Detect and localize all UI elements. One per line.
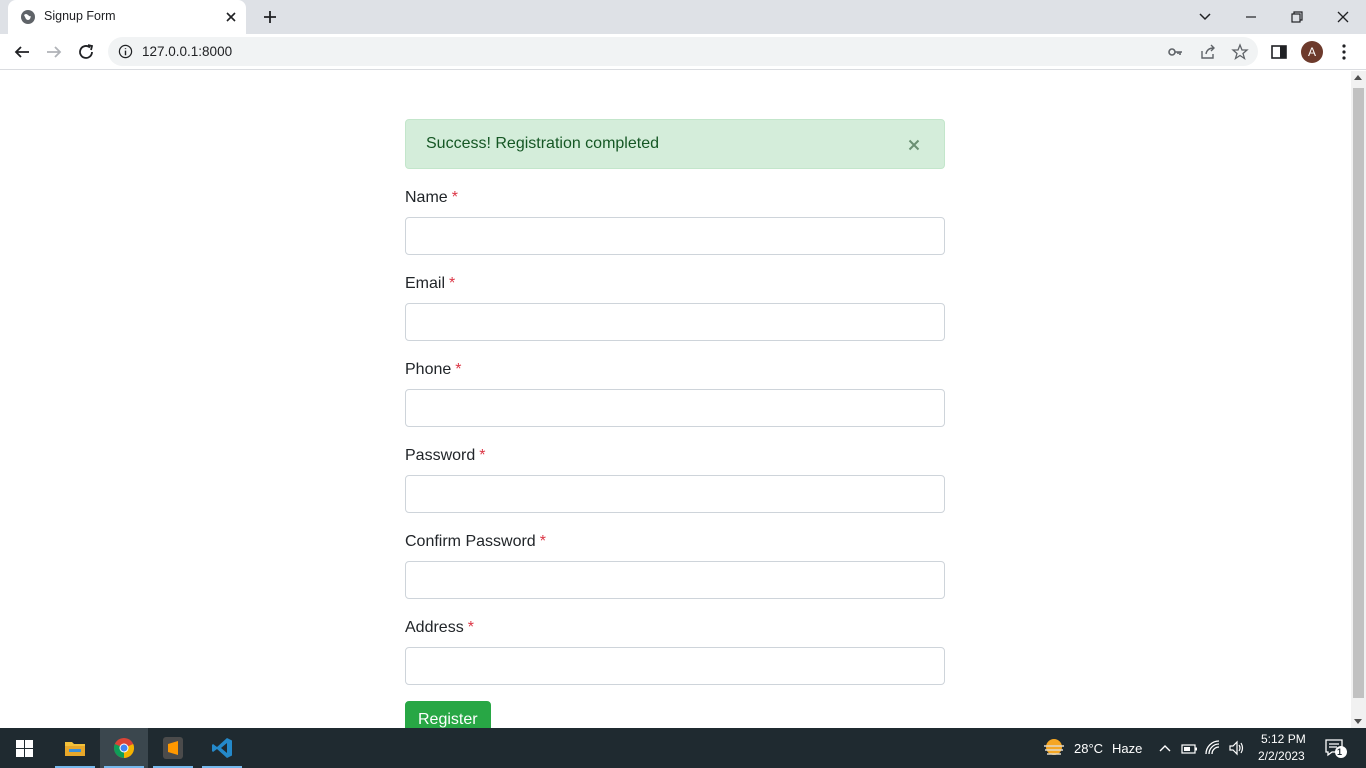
required-mark: * bbox=[467, 619, 474, 636]
required-mark: * bbox=[479, 447, 486, 464]
folder-icon bbox=[65, 742, 85, 756]
tab-title: Signup Form bbox=[44, 9, 116, 23]
close-window-icon[interactable] bbox=[1332, 6, 1354, 28]
vscode-icon bbox=[212, 738, 232, 758]
chrome-icon bbox=[113, 738, 135, 759]
taskbar-sublime-text[interactable] bbox=[149, 728, 197, 768]
battery-icon[interactable] bbox=[1180, 739, 1198, 757]
url-text: 127.0.0.1:8000 bbox=[142, 44, 233, 59]
confirm-password-label-text: Confirm Password bbox=[405, 533, 536, 550]
notification-count: 1 bbox=[1337, 747, 1343, 757]
wifi-icon[interactable] bbox=[1204, 739, 1222, 757]
windows-start-icon[interactable] bbox=[16, 740, 33, 757]
weather-description: Haze bbox=[1112, 741, 1143, 756]
new-tab-icon[interactable] bbox=[260, 7, 280, 27]
forward-arrow-icon[interactable] bbox=[43, 41, 65, 63]
close-tab-icon[interactable] bbox=[223, 9, 239, 25]
reload-icon[interactable] bbox=[75, 41, 97, 63]
email-label: Email * bbox=[405, 275, 455, 293]
weather-haze-icon[interactable] bbox=[1042, 736, 1066, 760]
share-icon[interactable] bbox=[1199, 43, 1217, 61]
alert-message: Success! Registration completed bbox=[426, 135, 659, 152]
minimize-icon[interactable] bbox=[1240, 6, 1262, 28]
back-arrow-icon[interactable] bbox=[11, 41, 33, 63]
confirm-password-label: Confirm Password * bbox=[405, 533, 546, 551]
clock-date[interactable]: 2/2/2023 bbox=[1258, 749, 1305, 763]
email-label-text: Email bbox=[405, 275, 446, 292]
globe-icon bbox=[21, 10, 35, 24]
side-panel-icon[interactable] bbox=[1269, 42, 1289, 62]
volume-icon[interactable] bbox=[1228, 739, 1246, 757]
required-mark: * bbox=[451, 189, 458, 206]
taskbar-file-explorer[interactable] bbox=[51, 728, 99, 768]
required-mark: * bbox=[455, 361, 462, 378]
phone-input[interactable] bbox=[405, 389, 945, 427]
clock-time[interactable]: 5:12 PM bbox=[1261, 732, 1306, 746]
password-input[interactable] bbox=[405, 475, 945, 513]
kebab-menu-icon[interactable] bbox=[1334, 42, 1354, 62]
confirm-password-input[interactable] bbox=[405, 561, 945, 599]
browser-toolbar: 127.0.0.1:8000 A bbox=[0, 34, 1366, 70]
taskbar-chrome[interactable] bbox=[100, 728, 148, 768]
register-button[interactable]: Register bbox=[405, 701, 491, 728]
page-viewport: Success! Registration completed Name * Em… bbox=[0, 71, 1366, 728]
name-label: Name * bbox=[405, 189, 458, 207]
profile-avatar[interactable]: A bbox=[1301, 41, 1323, 63]
close-icon[interactable] bbox=[906, 137, 922, 153]
address-bar[interactable]: 127.0.0.1:8000 bbox=[108, 37, 1258, 66]
restore-icon[interactable] bbox=[1286, 6, 1308, 28]
address-input[interactable] bbox=[405, 647, 945, 685]
required-mark: * bbox=[449, 275, 456, 292]
windows-taskbar: 28°C Haze 5:12 PM 2/2/2023 1 bbox=[0, 728, 1366, 768]
chevron-up-icon[interactable] bbox=[1156, 739, 1174, 757]
scroll-thumb[interactable] bbox=[1353, 88, 1364, 698]
scroll-down-arrow-icon[interactable] bbox=[1354, 719, 1362, 724]
site-info-icon[interactable] bbox=[118, 44, 133, 59]
notification-center-icon[interactable] bbox=[1324, 738, 1348, 760]
password-label: Password * bbox=[405, 447, 485, 465]
tab-strip: Signup Form bbox=[0, 0, 1366, 34]
taskbar-vscode[interactable] bbox=[198, 728, 246, 768]
success-alert: Success! Registration completed bbox=[405, 119, 945, 169]
tab-signup-form[interactable]: Signup Form bbox=[8, 0, 246, 34]
name-input[interactable] bbox=[405, 217, 945, 255]
phone-label: Phone * bbox=[405, 361, 462, 379]
phone-label-text: Phone bbox=[405, 361, 452, 378]
name-label-text: Name bbox=[405, 189, 448, 206]
address-label: Address * bbox=[405, 619, 474, 637]
password-label-text: Password bbox=[405, 447, 476, 464]
key-icon[interactable] bbox=[1167, 43, 1185, 61]
tab-search-chevron-icon[interactable] bbox=[1194, 6, 1216, 28]
address-label-text: Address bbox=[405, 619, 464, 636]
required-mark: * bbox=[539, 533, 546, 550]
page-scrollbar[interactable] bbox=[1351, 71, 1366, 728]
scroll-up-arrow-icon[interactable] bbox=[1354, 75, 1362, 80]
sublime-text-icon bbox=[163, 737, 183, 759]
bookmark-star-icon[interactable] bbox=[1231, 43, 1249, 61]
weather-temperature: 28°C bbox=[1074, 741, 1104, 756]
email-input[interactable] bbox=[405, 303, 945, 341]
